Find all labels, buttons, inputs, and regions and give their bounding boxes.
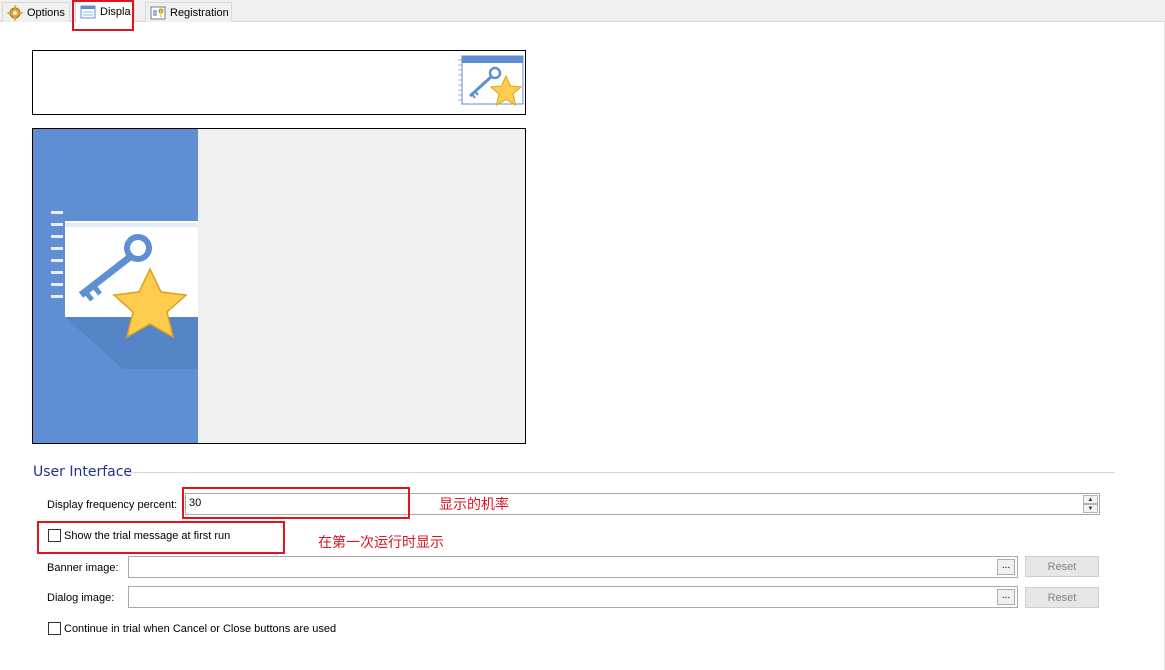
tab-registration-label: Registration bbox=[170, 6, 229, 19]
tab-options-label: Options bbox=[27, 6, 65, 19]
banner-image-field[interactable]: ... bbox=[128, 556, 1018, 578]
banner-image-label: Banner image: bbox=[47, 562, 119, 574]
tab-options[interactable]: Options bbox=[2, 2, 70, 22]
banner-key-star-icon bbox=[458, 55, 524, 107]
dialog-side-panel bbox=[33, 129, 198, 443]
frequency-highlight bbox=[182, 487, 410, 519]
spin-up-icon[interactable]: ▲ bbox=[1083, 495, 1098, 504]
frequency-label: Display frequency percent: bbox=[47, 499, 178, 511]
tab-registration[interactable]: Registration bbox=[145, 2, 232, 22]
spinner-buttons: ▲ ▼ bbox=[1083, 495, 1098, 513]
dialog-browse-button[interactable]: ... bbox=[997, 589, 1015, 605]
frequency-annotation: 显示的机率 bbox=[439, 497, 509, 513]
continue-trial-checkbox[interactable] bbox=[48, 622, 61, 635]
banner-browse-button[interactable]: ... bbox=[997, 559, 1015, 575]
continue-trial-label[interactable]: Continue in trial when Cancel or Close b… bbox=[64, 623, 336, 635]
spin-down-icon[interactable]: ▼ bbox=[1083, 504, 1098, 513]
user-interface-group-title: User Interface bbox=[33, 464, 133, 480]
banner-reset-button[interactable]: Reset bbox=[1025, 556, 1099, 577]
registration-key-icon bbox=[150, 5, 166, 21]
dialog-preview bbox=[32, 128, 526, 444]
dialog-image-label: Dialog image: bbox=[47, 592, 115, 604]
group-divider bbox=[128, 472, 1115, 473]
dialog-key-star-icon bbox=[51, 203, 198, 369]
tab-bar: Options Displa Registration bbox=[0, 0, 1165, 23]
gear-icon bbox=[7, 5, 23, 21]
dialog-image-field[interactable]: ... bbox=[128, 586, 1018, 608]
dialog-reset-button[interactable]: Reset bbox=[1025, 587, 1099, 608]
first-run-annotation: 在第一次运行时显示 bbox=[318, 535, 444, 551]
banner-preview bbox=[32, 50, 526, 115]
first-run-highlight bbox=[37, 521, 285, 554]
